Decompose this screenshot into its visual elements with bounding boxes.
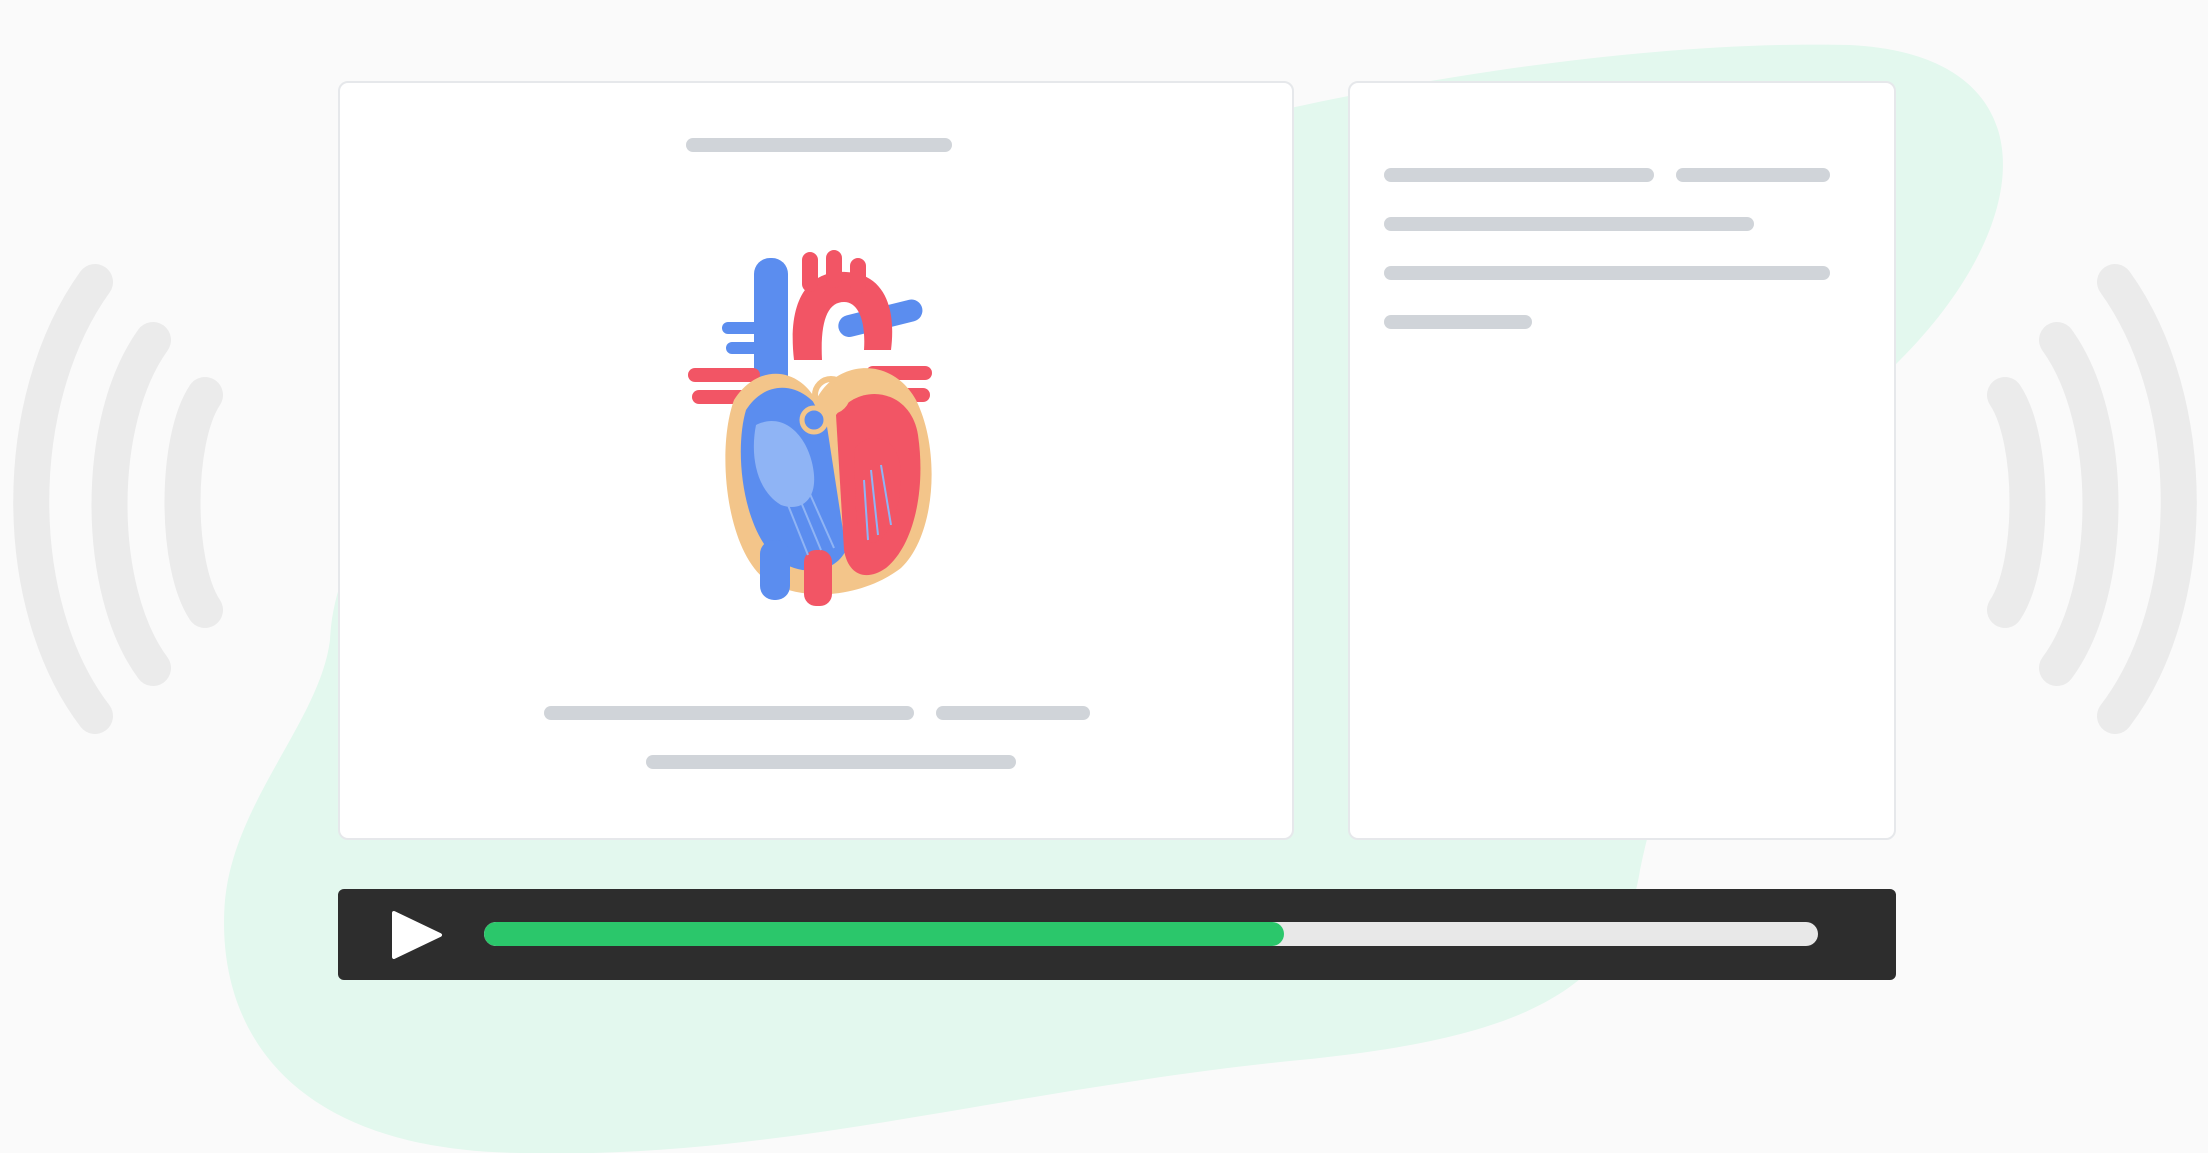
notes-card <box>1348 81 1896 840</box>
notes-placeholder-4 <box>1384 315 1532 329</box>
sound-wave-left-icon <box>13 264 223 734</box>
slide-caption-placeholder-1 <box>544 706 914 720</box>
progress-fill <box>484 922 1285 946</box>
slide-caption-placeholder-2 <box>936 706 1090 720</box>
slide-title-placeholder <box>686 138 952 152</box>
sound-wave-right-icon <box>1987 264 2197 734</box>
slide-caption-placeholder-3 <box>646 755 1016 769</box>
heart-anatomy-illustration <box>688 250 932 606</box>
media-player <box>338 889 1896 980</box>
notes-placeholder-1a <box>1384 168 1654 182</box>
notes-placeholder-1b <box>1676 168 1830 182</box>
play-icon[interactable] <box>390 911 444 959</box>
notes-placeholder-2 <box>1384 217 1754 231</box>
progress-bar[interactable] <box>484 922 1818 946</box>
notes-placeholder-3 <box>1384 266 1830 280</box>
